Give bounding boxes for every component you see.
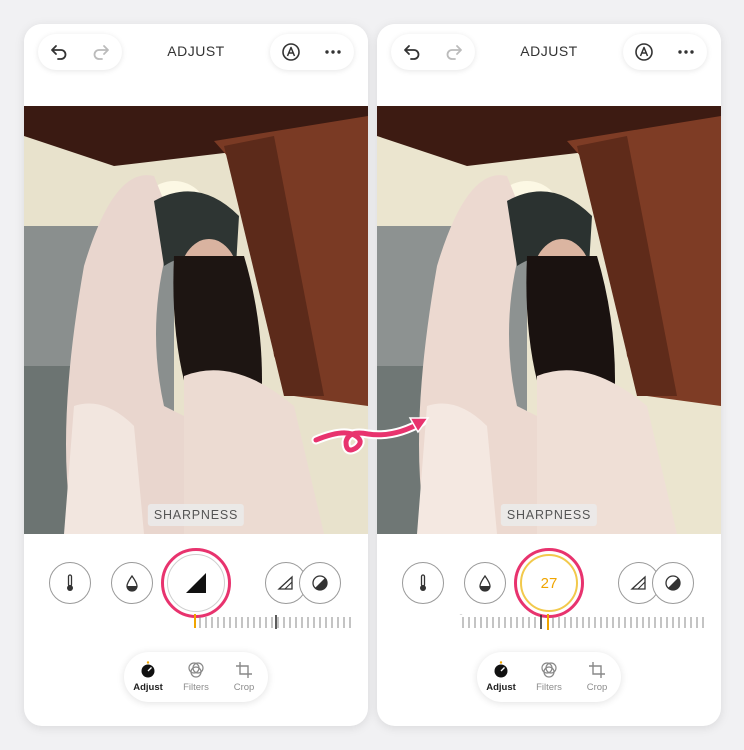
nav-filters-label: Filters — [536, 682, 562, 693]
comparison-stage: ADJUST SHARPNESS Adjust Filters Crop ADJ… — [0, 0, 744, 750]
nav-crop[interactable]: Crop — [576, 661, 618, 693]
top-bar: ADJUST — [377, 24, 721, 106]
adjust-slider[interactable] — [24, 614, 368, 638]
contrast-tool[interactable] — [652, 562, 694, 604]
bottom-nav: Adjust Filters Crop — [477, 652, 621, 702]
temperature-tool[interactable] — [402, 562, 444, 604]
options-controls — [623, 34, 707, 70]
top-bar: ADJUST — [24, 24, 368, 106]
filters-icon — [188, 662, 204, 678]
adjust-slider[interactable] — [377, 614, 721, 638]
adjust-tools — [24, 548, 368, 618]
nav-adjust[interactable]: Adjust — [480, 661, 522, 693]
crop-icon — [236, 662, 252, 678]
sharpness-tool[interactable]: 27 — [514, 548, 584, 618]
tint-tool[interactable] — [111, 562, 153, 604]
nav-adjust-label: Adjust — [133, 682, 163, 693]
phone-screen-after: ADJUST SHARPNESS 27 Adjust Filters Crop — [377, 24, 721, 726]
adjust-icon — [141, 661, 155, 678]
structure-icon — [630, 575, 646, 590]
auto-enhance-icon[interactable] — [277, 38, 305, 66]
phone-screen-before: ADJUST SHARPNESS Adjust Filters Crop — [24, 24, 368, 726]
sharpness-value: 27 — [540, 574, 558, 592]
contrast-icon — [312, 575, 328, 591]
adjustment-label: SHARPNESS — [500, 504, 598, 526]
contrast-icon — [665, 575, 681, 591]
tint-icon — [479, 574, 491, 592]
filters-icon — [541, 662, 557, 678]
adjustment-label: SHARPNESS — [147, 504, 245, 526]
contrast-tool[interactable] — [299, 562, 341, 604]
nav-filters-label: Filters — [183, 682, 209, 693]
nav-crop[interactable]: Crop — [223, 661, 265, 693]
nav-crop-label: Crop — [233, 682, 255, 693]
sharpness-icon — [186, 573, 206, 593]
crop-icon — [589, 662, 605, 678]
auto-enhance-icon[interactable] — [630, 38, 658, 66]
nav-adjust[interactable]: Adjust — [127, 661, 169, 693]
sharpness-value-ring: 27 — [520, 554, 578, 612]
adjust-icon — [494, 661, 508, 678]
nav-filters[interactable]: Filters — [528, 661, 570, 693]
tint-tool[interactable] — [464, 562, 506, 604]
tint-icon — [126, 574, 138, 592]
adjust-tools: 27 — [377, 548, 721, 618]
structure-icon — [277, 575, 293, 590]
nav-filters[interactable]: Filters — [175, 661, 217, 693]
temperature-tool[interactable] — [49, 562, 91, 604]
nav-crop-label: Crop — [586, 682, 608, 693]
options-controls — [270, 34, 354, 70]
nav-adjust-label: Adjust — [486, 682, 516, 693]
sharpness-tool[interactable] — [161, 548, 231, 618]
sharpness-inner — [167, 554, 225, 612]
temperature-icon — [67, 574, 73, 591]
bottom-nav: Adjust Filters Crop — [124, 652, 268, 702]
more-icon[interactable] — [672, 38, 700, 66]
more-icon[interactable] — [319, 38, 347, 66]
temperature-icon — [420, 574, 426, 591]
transition-arrow-icon — [311, 417, 430, 455]
